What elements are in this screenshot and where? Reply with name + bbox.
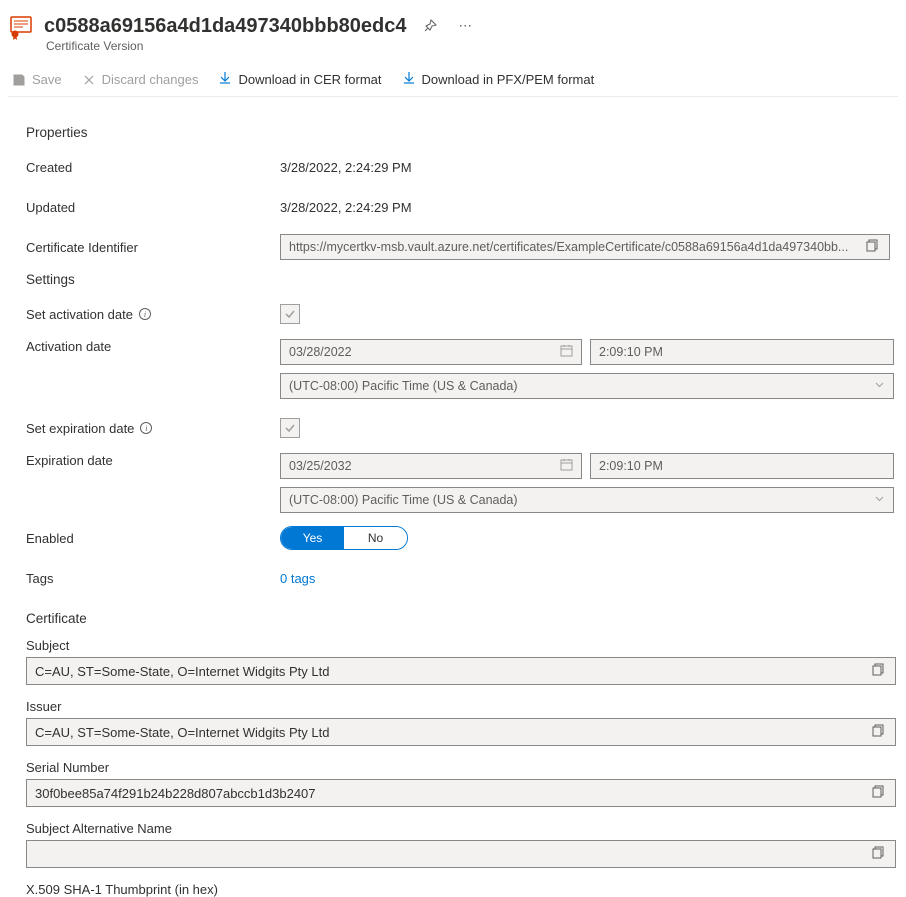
calendar-icon <box>560 344 573 360</box>
info-icon[interactable]: i <box>139 308 151 320</box>
subject-label: Subject <box>26 638 890 653</box>
activation-time-input: 2:09:10 PM <box>590 339 894 365</box>
toggle-yes[interactable]: Yes <box>281 527 344 549</box>
identifier-label: Certificate Identifier <box>26 240 280 255</box>
tags-link[interactable]: 0 tags <box>280 571 315 586</box>
section-settings: Settings <box>26 272 890 287</box>
subject-field[interactable]: C=AU, ST=Some-State, O=Internet Widgits … <box>26 657 896 685</box>
activation-tz-select: (UTC-08:00) Pacific Time (US & Canada) <box>280 373 894 399</box>
updated-value: 3/28/2022, 2:24:29 PM <box>280 200 412 215</box>
serial-value: 30f0bee85a74f291b24b228d807abccb1d3b2407 <box>35 786 868 801</box>
calendar-icon <box>560 458 573 474</box>
certificate-icon <box>8 14 34 40</box>
copy-button[interactable] <box>868 783 889 803</box>
issuer-value: C=AU, ST=Some-State, O=Internet Widgits … <box>35 725 868 740</box>
set-activation-checkbox <box>280 304 300 324</box>
issuer-label: Issuer <box>26 699 890 714</box>
download-pfx-button[interactable]: Download in PFX/PEM format <box>402 71 595 88</box>
section-certificate: Certificate <box>8 611 890 626</box>
discard-label: Discard changes <box>102 72 199 87</box>
expiration-time-input: 2:09:10 PM <box>590 453 894 479</box>
save-label: Save <box>32 72 62 87</box>
created-label: Created <box>26 160 280 175</box>
set-expiration-label: Set expiration date i <box>26 421 280 436</box>
page-subtitle: Certificate Version <box>46 39 898 53</box>
subject-value: C=AU, ST=Some-State, O=Internet Widgits … <box>35 664 868 679</box>
chevron-down-icon <box>874 493 885 507</box>
san-label: Subject Alternative Name <box>26 821 890 836</box>
updated-label: Updated <box>26 200 280 215</box>
identifier-value: https://mycertkv-msb.vault.azure.net/cer… <box>289 240 862 254</box>
expiration-date-input: 03/25/2032 <box>280 453 582 479</box>
serial-field[interactable]: 30f0bee85a74f291b24b228d807abccb1d3b2407 <box>26 779 896 807</box>
enabled-toggle[interactable]: Yes No <box>280 526 408 550</box>
page-title: c0588a69156a4d1da497340bbb80edc4 <box>44 15 407 38</box>
activation-date-input: 03/28/2022 <box>280 339 582 365</box>
download-cer-label: Download in CER format <box>238 72 381 87</box>
download-icon <box>402 71 416 88</box>
discard-button: Discard changes <box>82 72 199 87</box>
expiration-tz-select: (UTC-08:00) Pacific Time (US & Canada) <box>280 487 894 513</box>
copy-button[interactable] <box>868 722 889 742</box>
toggle-no[interactable]: No <box>344 527 407 549</box>
sha1-label: X.509 SHA-1 Thumbprint (in hex) <box>26 882 890 897</box>
pin-button[interactable] <box>417 15 443 37</box>
set-activation-label: Set activation date i <box>26 307 280 322</box>
copy-button[interactable] <box>868 844 889 864</box>
issuer-field[interactable]: C=AU, ST=Some-State, O=Internet Widgits … <box>26 718 896 746</box>
created-value: 3/28/2022, 2:24:29 PM <box>280 160 412 175</box>
identifier-field[interactable]: https://mycertkv-msb.vault.azure.net/cer… <box>280 234 890 260</box>
download-pfx-label: Download in PFX/PEM format <box>422 72 595 87</box>
copy-button[interactable] <box>868 661 889 681</box>
info-icon[interactable]: i <box>140 422 152 434</box>
copy-button[interactable] <box>862 237 883 257</box>
more-button[interactable]: ⋯ <box>453 14 478 38</box>
activation-date-label: Activation date <box>26 339 280 354</box>
serial-label: Serial Number <box>26 760 890 775</box>
set-expiration-checkbox <box>280 418 300 438</box>
chevron-down-icon <box>874 379 885 393</box>
download-cer-button[interactable]: Download in CER format <box>218 71 381 88</box>
save-button: Save <box>12 72 62 87</box>
tags-label: Tags <box>26 571 280 586</box>
expiration-date-label: Expiration date <box>26 453 280 468</box>
san-field[interactable] <box>26 840 896 868</box>
enabled-label: Enabled <box>26 531 280 546</box>
toolbar: Save Discard changes Download in CER for… <box>8 65 898 97</box>
download-icon <box>218 71 232 88</box>
section-properties: Properties <box>26 125 890 140</box>
